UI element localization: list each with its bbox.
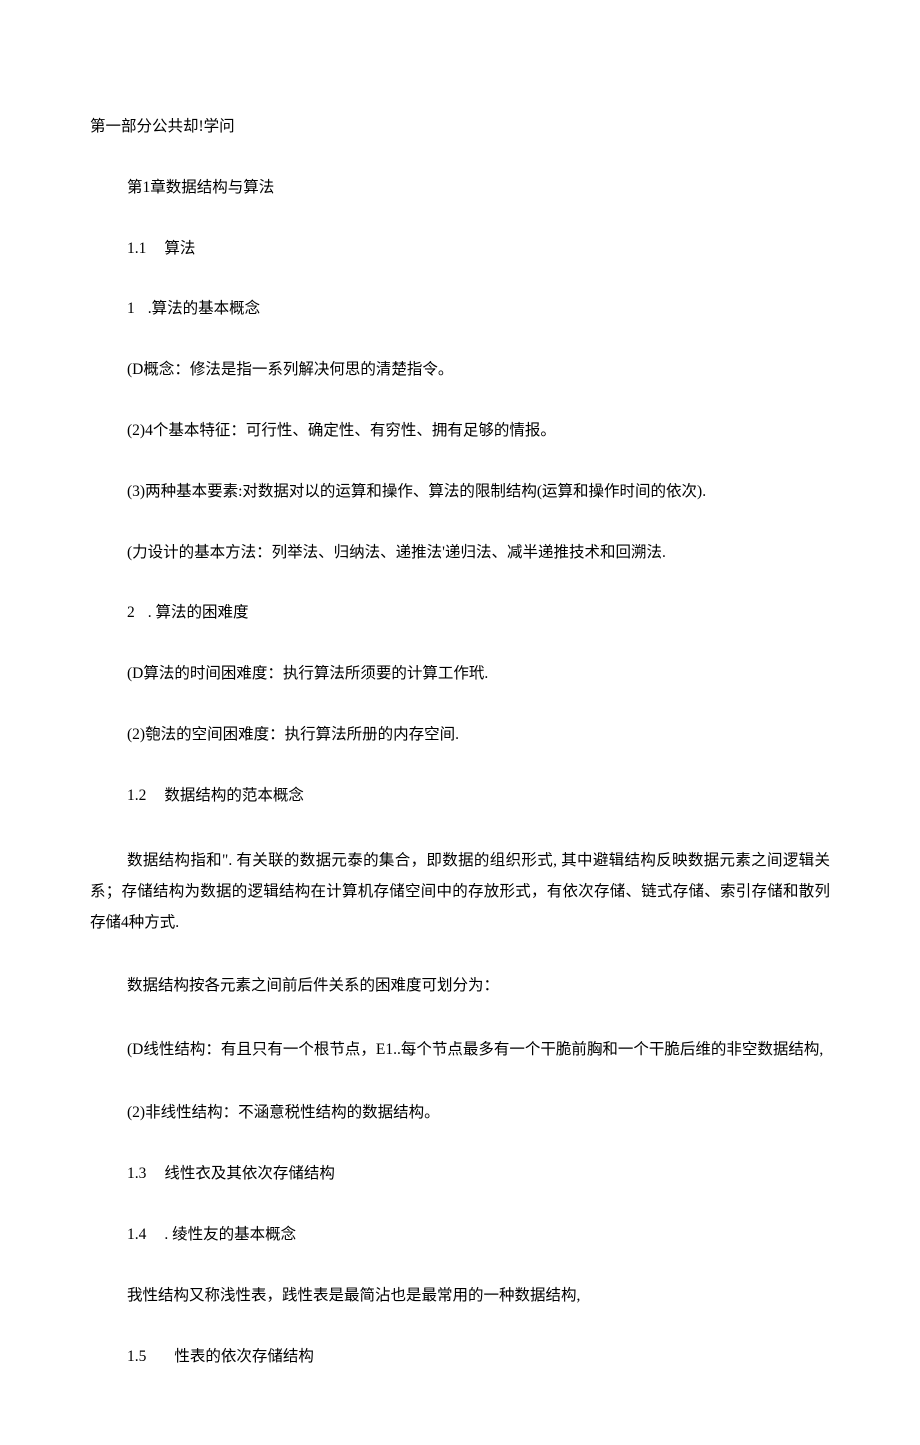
section-number: 1.2 [127, 784, 146, 809]
section-number: 1.5 [127, 1345, 146, 1370]
paragraph: (D概念：修法是指一系列解决何思的清楚指令。 [127, 358, 830, 383]
paragraph: (2)4个基本特征：可行性、确定性、有穷性、拥有足够的情报。 [127, 419, 830, 444]
subheading-1: 1 .算法的基本概念 [127, 297, 830, 322]
paragraph: (力设计的基本方法：列举法、归纳法、递推法'递归法、减半递推技术和回溯法. [127, 541, 830, 566]
paragraph: 我性结构又称浅性表，践性表是最简沾也是最常用的一种数据结构, [127, 1284, 830, 1309]
section-1-1: 1.1 算法 [127, 237, 830, 262]
paragraph-block: 数据结构指和". 有关联的数据元泰的集合，即数据的组织形式, 其中避辑结构反映数… [90, 845, 830, 938]
sub-title: .算法的基本概念 [148, 300, 260, 317]
section-number: 1.1 [127, 237, 146, 262]
paragraph: (2)匏法的空间困难度：执行算法所册的内存空间. [127, 723, 830, 748]
paragraph: (2)非线性结构：不涵意税性结构的数据结构。 [127, 1101, 830, 1126]
section-title: 算法 [164, 240, 195, 257]
section-number: 1.4 [127, 1223, 146, 1248]
section-1-4: 1.4 . 绫性友的基本概念 [127, 1223, 830, 1248]
section-1-2: 1.2 数据结构的范本概念 [127, 784, 830, 809]
paragraph: (D算法的时间困难度：执行算法所须要的计算工作玳. [127, 662, 830, 687]
paragraph: (3)两种基本要素:对数据对以的运算和操作、算法的限制结构(运算和操作时间的依次… [127, 480, 830, 505]
subheading-2: 2 . 算法的困难度 [127, 601, 830, 626]
sub-title: . 算法的困难度 [148, 604, 249, 621]
section-title: 性表的依次存储结构 [174, 1348, 314, 1365]
sub-number: 1 [127, 297, 135, 322]
paragraph-block: (D线性结构：有且只有一个根节点，E1..每个节点最多有一个干脆前胸和一个干脆后… [90, 1034, 830, 1065]
section-title: 线性衣及其依次存储结构 [164, 1165, 335, 1182]
paragraph: 数据结构按各元素之间前后件关系的困难度可划分为： [127, 974, 830, 999]
part-title: 第一部分公共却!学问 [90, 115, 830, 140]
section-1-3: 1.3 线性衣及其依次存储结构 [127, 1162, 830, 1187]
section-1-5: 1.5 性表的依次存储结构 [127, 1345, 830, 1370]
chapter-title: 第1章数据结构与算法 [127, 176, 830, 201]
section-title: . 绫性友的基本概念 [164, 1226, 296, 1243]
section-title: 数据结构的范本概念 [164, 787, 304, 804]
sub-number: 2 [127, 601, 135, 626]
section-number: 1.3 [127, 1162, 146, 1187]
